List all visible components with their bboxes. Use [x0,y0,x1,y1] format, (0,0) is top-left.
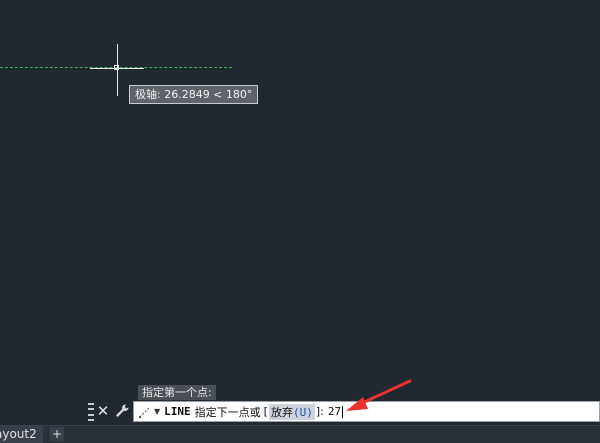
undo-option[interactable]: 放弃(U) [268,403,315,420]
undo-option-label: 放弃 [270,405,293,419]
polar-tooltip: 极轴: 26.2849 < 180° [129,85,259,104]
annotation-arrow-icon [346,379,412,411]
line-command-icon [139,406,151,418]
chevron-down-icon[interactable]: ▼ [154,407,160,416]
command-history: 指定第一个点: [138,385,216,400]
option-bracket-close: ]: [315,405,324,418]
add-layout-button[interactable]: + [50,427,64,441]
undo-option-key: (U) [292,405,313,419]
layout-tab-bar: ayout2 + [0,425,600,443]
drawing-canvas[interactable]: 极轴: 26.2849 < 180° [0,0,600,442]
close-icon[interactable]: ✕ [96,401,110,421]
option-bracket-open: [ [263,405,268,418]
crosshair-vertical [117,44,118,96]
crosshair-pickbox [114,65,119,70]
tab-layout2[interactable]: ayout2 [0,426,43,443]
wrench-icon[interactable] [113,402,131,420]
command-prompt: 指定下一点或 [194,405,261,419]
grip-icon[interactable] [88,403,94,421]
command-name: LINE [164,405,191,418]
